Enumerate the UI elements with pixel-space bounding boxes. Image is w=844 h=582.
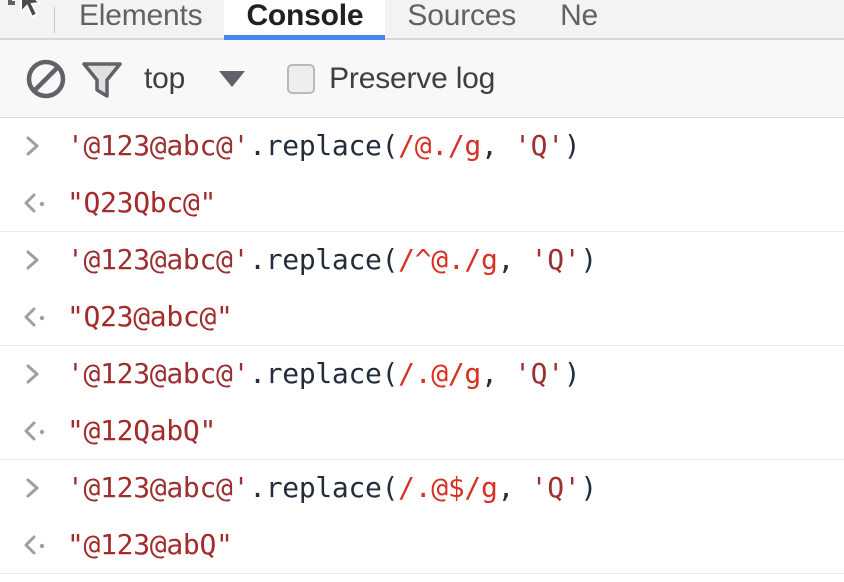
token-close-paren: ) [563,129,581,162]
token-replacement: 'Q' [514,357,564,390]
preserve-log-toggle[interactable]: Preserve log [287,62,495,96]
console-entry-group: '@123@abc@'.replace(/^@./g, 'Q') "Q23@ab… [0,232,844,346]
console-input-row[interactable]: '@123@abc@'.replace(/^@./g, 'Q') [0,232,844,288]
execution-context-dropdown[interactable]: top [144,61,246,96]
token-replacement: 'Q' [514,129,564,162]
token-string: '@123@abc@' [67,357,250,390]
token-string: '@123@abc@' [67,471,250,504]
console-output-row: "@123@abQ" [0,516,844,573]
console-output-row: "Q23@abc@" [0,288,844,345]
token-replacement: 'Q' [530,471,581,504]
token-replacement: 'Q' [530,243,581,276]
console-entry-group: '@123@abc@'.replace(/.@/g, 'Q') "@12QabQ… [0,346,844,460]
console-log-panel[interactable]: '@123@abc@'.replace(/@./g, 'Q') "Q23Qbc@… [0,118,844,582]
token-separator: , [497,471,531,504]
console-entry-group: '@123@abc@'.replace(/@./g, 'Q') "Q23Qbc@… [0,118,844,232]
token-string: '@123@abc@' [67,129,250,162]
console-entry-group: '@123@abc@'.replace(/.@$/g, 'Q') "@123@a… [0,460,844,574]
token-separator: , [480,129,515,162]
devtools-tabbar: Elements Console Sources Ne [0,0,844,40]
console-input-row[interactable]: '@123@abc@'.replace(/.@/g, 'Q') [0,346,844,402]
execution-context-value: top [144,61,186,95]
console-input-row[interactable]: '@123@abc@'.replace(/.@$/g, 'Q') [0,460,844,516]
tab-sources-label: Sources [407,0,517,32]
token-regex: /^@./g [398,243,498,276]
chevron-down-icon [219,70,246,87]
console-input-expression: '@123@abc@'.replace(/.@$/g, 'Q') [67,474,597,502]
token-method: .replace( [249,471,399,504]
devtools-window: Elements Console Sources Ne top Preserve… [0,0,844,582]
tab-elements[interactable]: Elements [57,0,224,38]
token-regex: /.@/g [398,357,481,390]
tab-network-label: Ne [560,0,599,32]
token-method: .replace( [249,357,399,390]
token-close-paren: ) [563,357,581,390]
console-output-row: "@12QabQ" [0,402,844,459]
output-chevron-icon [20,190,67,216]
console-output-value: "@123@abQ" [67,527,233,561]
console-input-row[interactable]: '@123@abc@'.replace(/@./g, 'Q') [0,118,844,174]
token-separator: , [480,357,515,390]
input-chevron-icon [20,133,67,159]
output-chevron-icon [20,418,67,444]
console-input-expression: '@123@abc@'.replace(/^@./g, 'Q') [67,246,597,274]
tabbar-divider [54,7,55,33]
output-chevron-icon [20,532,67,558]
token-method: .replace( [249,129,399,162]
token-string: '@123@abc@' [67,243,250,276]
tab-console[interactable]: Console [224,0,386,40]
tab-elements-label: Elements [79,0,203,32]
token-separator: , [497,243,531,276]
console-toolbar: top Preserve log [0,40,844,118]
token-regex: /@./g [398,129,481,162]
clear-console-icon[interactable] [18,51,74,107]
input-chevron-icon [20,475,67,501]
token-close-paren: ) [580,243,597,276]
token-regex: /.@$/g [398,471,498,504]
input-chevron-icon [20,361,67,387]
console-input-expression: '@123@abc@'.replace(/@./g, 'Q') [67,129,581,162]
console-output-value: "Q23Qbc@" [67,185,217,219]
preserve-log-checkbox[interactable] [287,63,316,94]
token-close-paren: ) [580,471,597,504]
tab-network[interactable]: Ne [538,0,620,38]
preserve-log-label: Preserve log [329,61,496,95]
console-input-expression: '@123@abc@'.replace(/.@/g, 'Q') [67,357,581,390]
inspect-element-icon[interactable] [0,0,52,38]
tab-sources[interactable]: Sources [385,0,538,38]
input-chevron-icon [20,247,67,273]
console-output-row: "Q23Qbc@" [0,174,844,231]
tab-console-label: Console [246,0,364,32]
token-method: .replace( [249,243,399,276]
console-output-value: "@12QabQ" [67,413,217,447]
console-output-value: "Q23@abc@" [67,299,233,333]
output-chevron-icon [20,304,67,330]
filter-funnel-icon[interactable] [74,51,130,107]
